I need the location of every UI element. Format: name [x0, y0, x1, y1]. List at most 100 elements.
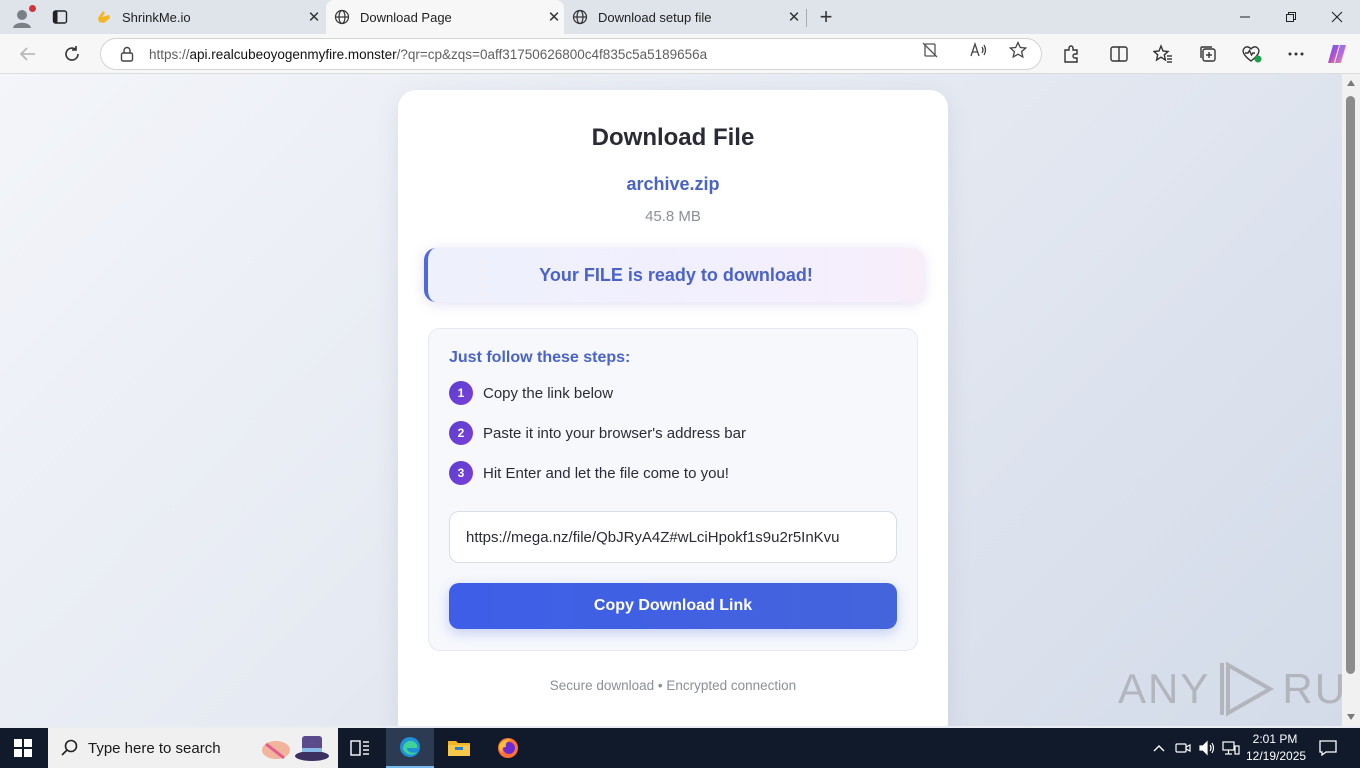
tab-close-icon[interactable]: ✕ — [784, 7, 804, 27]
extensions-button[interactable] — [1060, 43, 1082, 65]
browser-essentials-button[interactable] — [1241, 43, 1263, 65]
tray-meet-now[interactable] — [1174, 740, 1192, 756]
step-item: 1 Copy the link below — [449, 381, 613, 405]
ready-banner: Your FILE is ready to download! — [424, 248, 924, 302]
tab-separator — [806, 9, 807, 27]
refresh-button[interactable] — [59, 41, 85, 67]
task-view-button[interactable] — [336, 728, 384, 768]
start-button[interactable] — [14, 739, 32, 757]
play-logo-icon — [1220, 661, 1275, 717]
browser-toolbar: https://api.realcubeoyogenmyfire.monster… — [0, 34, 1360, 74]
tray-volume[interactable] — [1198, 740, 1216, 756]
tracking-prevention-icon — [922, 42, 938, 58]
new-tab-button[interactable]: + — [814, 4, 838, 29]
notification-center-button[interactable] — [1318, 739, 1338, 757]
minimize-icon — [1240, 16, 1250, 18]
collections-button[interactable] — [1197, 43, 1219, 65]
taskbar-file-explorer[interactable] — [435, 728, 483, 768]
search-icon — [61, 739, 78, 756]
steps-heading: Just follow these steps: — [449, 349, 631, 366]
address-url[interactable]: https://api.realcubeoyogenmyfire.monster… — [149, 47, 1041, 62]
puzzle-icon — [1064, 45, 1078, 63]
firefox-icon — [498, 738, 518, 758]
download-card: Download File archive.zip 45.8 MB Your F… — [398, 90, 948, 726]
url-host: api.realcubeoyogenmyfire.monster — [189, 46, 397, 62]
file-name: archive.zip — [626, 174, 720, 194]
watermark-left-text: ANY — [1118, 665, 1211, 712]
taskbar-search-box[interactable]: Type here to search — [48, 728, 338, 768]
search-placeholder: Type here to search — [88, 739, 221, 757]
ready-message: Your FILE is ready to download! — [539, 264, 813, 285]
step-item: 2 Paste it into your browser's address b… — [449, 421, 746, 445]
step-text: Paste it into your browser's address bar — [483, 424, 746, 442]
tab-close-icon[interactable]: ✕ — [304, 7, 324, 27]
globe-icon — [572, 9, 588, 25]
tab-actions-icon — [52, 10, 68, 24]
split-screen-icon — [1110, 46, 1128, 62]
step-number-badge: 3 — [449, 461, 473, 485]
windows-logo-icon — [24, 739, 32, 747]
step-number-badge: 1 — [449, 381, 473, 405]
favorites-icon — [1153, 44, 1172, 63]
tray-overflow-button[interactable] — [1150, 740, 1168, 756]
speaker-icon — [1199, 740, 1215, 756]
heartbeat-icon — [1242, 46, 1262, 63]
tab-actions-button[interactable] — [48, 6, 72, 28]
folder-icon — [448, 741, 470, 756]
more-dots-icon — [1288, 52, 1304, 56]
taskbar-clock[interactable]: 2:01 PM 12/19/2025 — [1246, 731, 1306, 765]
copilot-button[interactable] — [1326, 43, 1348, 65]
back-button[interactable] — [15, 41, 41, 67]
secure-note: Secure download • Encrypted connection — [549, 678, 797, 693]
minimize-button[interactable] — [1222, 0, 1268, 34]
read-aloud-button[interactable] — [968, 41, 988, 59]
task-view-icon — [350, 740, 369, 756]
anyrun-watermark: ANY RUN — [1118, 654, 1342, 724]
scroll-thumb[interactable] — [1346, 96, 1355, 674]
tray-network[interactable] — [1222, 740, 1240, 756]
clock-time: 2:01 PM — [1252, 732, 1298, 746]
collections-icon — [1200, 46, 1216, 62]
plus-icon: + — [819, 4, 833, 29]
step-item: 3 Hit Enter and let the file come to you… — [449, 461, 729, 485]
network-icon — [1222, 741, 1240, 755]
scroll-down-icon[interactable] — [1347, 714, 1355, 720]
profile-button[interactable] — [10, 5, 36, 30]
tab-title: Download setup file — [598, 9, 712, 25]
scroll-up-icon[interactable] — [1347, 80, 1355, 86]
settings-more-button[interactable] — [1285, 43, 1307, 65]
favorite-star-button[interactable] — [1008, 41, 1028, 59]
shrinkme-favicon-icon — [96, 9, 112, 25]
windows-logo-icon — [14, 749, 22, 757]
notification-icon — [1319, 740, 1337, 757]
refresh-icon — [65, 46, 79, 61]
watermark-right-text: RUN — [1282, 665, 1342, 712]
windows-logo-icon — [14, 739, 22, 747]
tab-download-setup[interactable]: Download setup file ✕ — [566, 0, 804, 34]
restore-button[interactable] — [1268, 0, 1314, 34]
split-screen-button[interactable] — [1108, 43, 1130, 65]
tab-strip: ShrinkMe.io ✕ Download Page ✕ Download s… — [0, 0, 1360, 34]
steps-panel: Just follow these steps: 1 Copy the link… — [428, 328, 918, 651]
lock-icon[interactable] — [119, 46, 135, 62]
taskbar-edge[interactable] — [386, 728, 434, 768]
file-size: 45.8 MB — [645, 208, 701, 225]
star-icon — [1009, 41, 1027, 59]
step-number-badge: 2 — [449, 421, 473, 445]
address-bar[interactable]: https://api.realcubeoyogenmyfire.monster… — [100, 38, 1042, 70]
windows-logo-icon — [24, 749, 32, 757]
step-text: Hit Enter and let the file come to you! — [483, 464, 729, 482]
favorites-button[interactable] — [1152, 43, 1174, 65]
restore-icon — [1286, 12, 1296, 22]
tab-close-icon[interactable]: ✕ — [544, 7, 564, 27]
tracking-prevention-button[interactable] — [920, 41, 940, 59]
close-window-button[interactable] — [1314, 0, 1360, 34]
copy-download-link-button[interactable]: Copy Download Link — [449, 583, 897, 629]
page-scrollbar[interactable] — [1342, 74, 1360, 726]
download-link-field[interactable]: https://mega.nz/file/QbJRyA4Z#wLciHpokf1… — [449, 511, 897, 563]
tab-shrinkme[interactable]: ShrinkMe.io ✕ — [88, 0, 324, 34]
tab-download-page[interactable]: Download Page ✕ — [326, 0, 564, 34]
taskbar-firefox[interactable] — [484, 728, 532, 768]
page-title: Download File — [591, 124, 755, 151]
back-arrow-icon — [19, 47, 35, 61]
